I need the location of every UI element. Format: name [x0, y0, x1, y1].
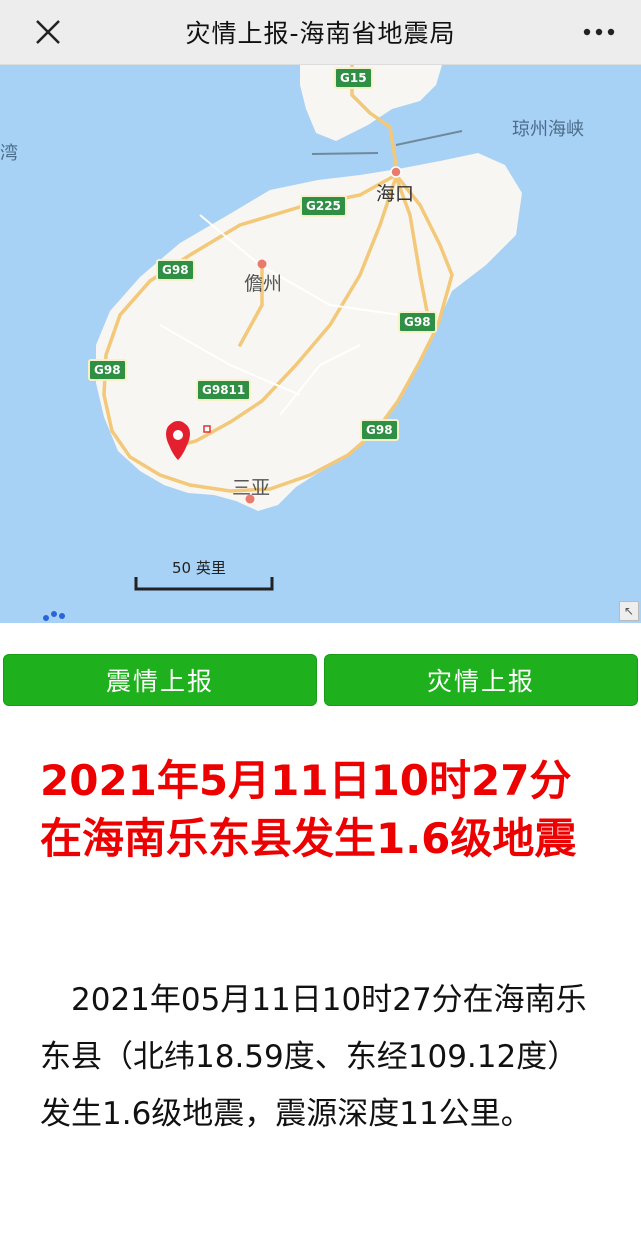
article-body: 2021年05月11日10时27分在海南乐东县（北纬18.59度、东经109.1… [40, 982, 587, 1132]
highway-shield-g225: G225 [300, 195, 347, 217]
more-icon [583, 28, 615, 36]
scale-label: 50 英里 [172, 559, 226, 577]
map-expand-icon[interactable]: ↖ [619, 601, 639, 621]
map-view[interactable]: 琼州海峡 湾 海口 儋州 三亚 G15 G225 G98 G98 G98 G98… [0, 65, 641, 623]
highway-shield-g9811: G9811 [196, 379, 252, 401]
highway-shield-g98: G98 [156, 259, 195, 281]
report-quake-button[interactable]: 震情上报 [3, 654, 317, 706]
highway-shield-g98: G98 [88, 359, 127, 381]
more-button[interactable] [579, 14, 619, 50]
city-danzhou: 儋州 [244, 273, 283, 295]
highway-shield-g98: G98 [360, 419, 399, 441]
bay-label: 湾 [0, 143, 18, 164]
title-bar: 灾情上报-海南省地震局 [0, 0, 641, 65]
close-icon [36, 20, 60, 44]
city-haikou: 海口 [376, 183, 415, 205]
highway-shield-g98: G98 [398, 311, 437, 333]
city-sanya: 三亚 [232, 477, 271, 499]
page-title: 灾情上报-海南省地震局 [185, 19, 456, 48]
strait-label: 琼州海峡 [512, 119, 584, 140]
map-canvas [43, 65, 522, 621]
highway-shield-g15: G15 [334, 67, 373, 89]
report-disaster-button[interactable]: 灾情上报 [324, 654, 638, 706]
close-button[interactable] [30, 14, 66, 50]
article-headline: 2021年5月11日10时27分在海南乐东县发生1.6级地震 [40, 756, 577, 863]
action-buttons: 震情上报 灾情上报 [0, 654, 641, 706]
